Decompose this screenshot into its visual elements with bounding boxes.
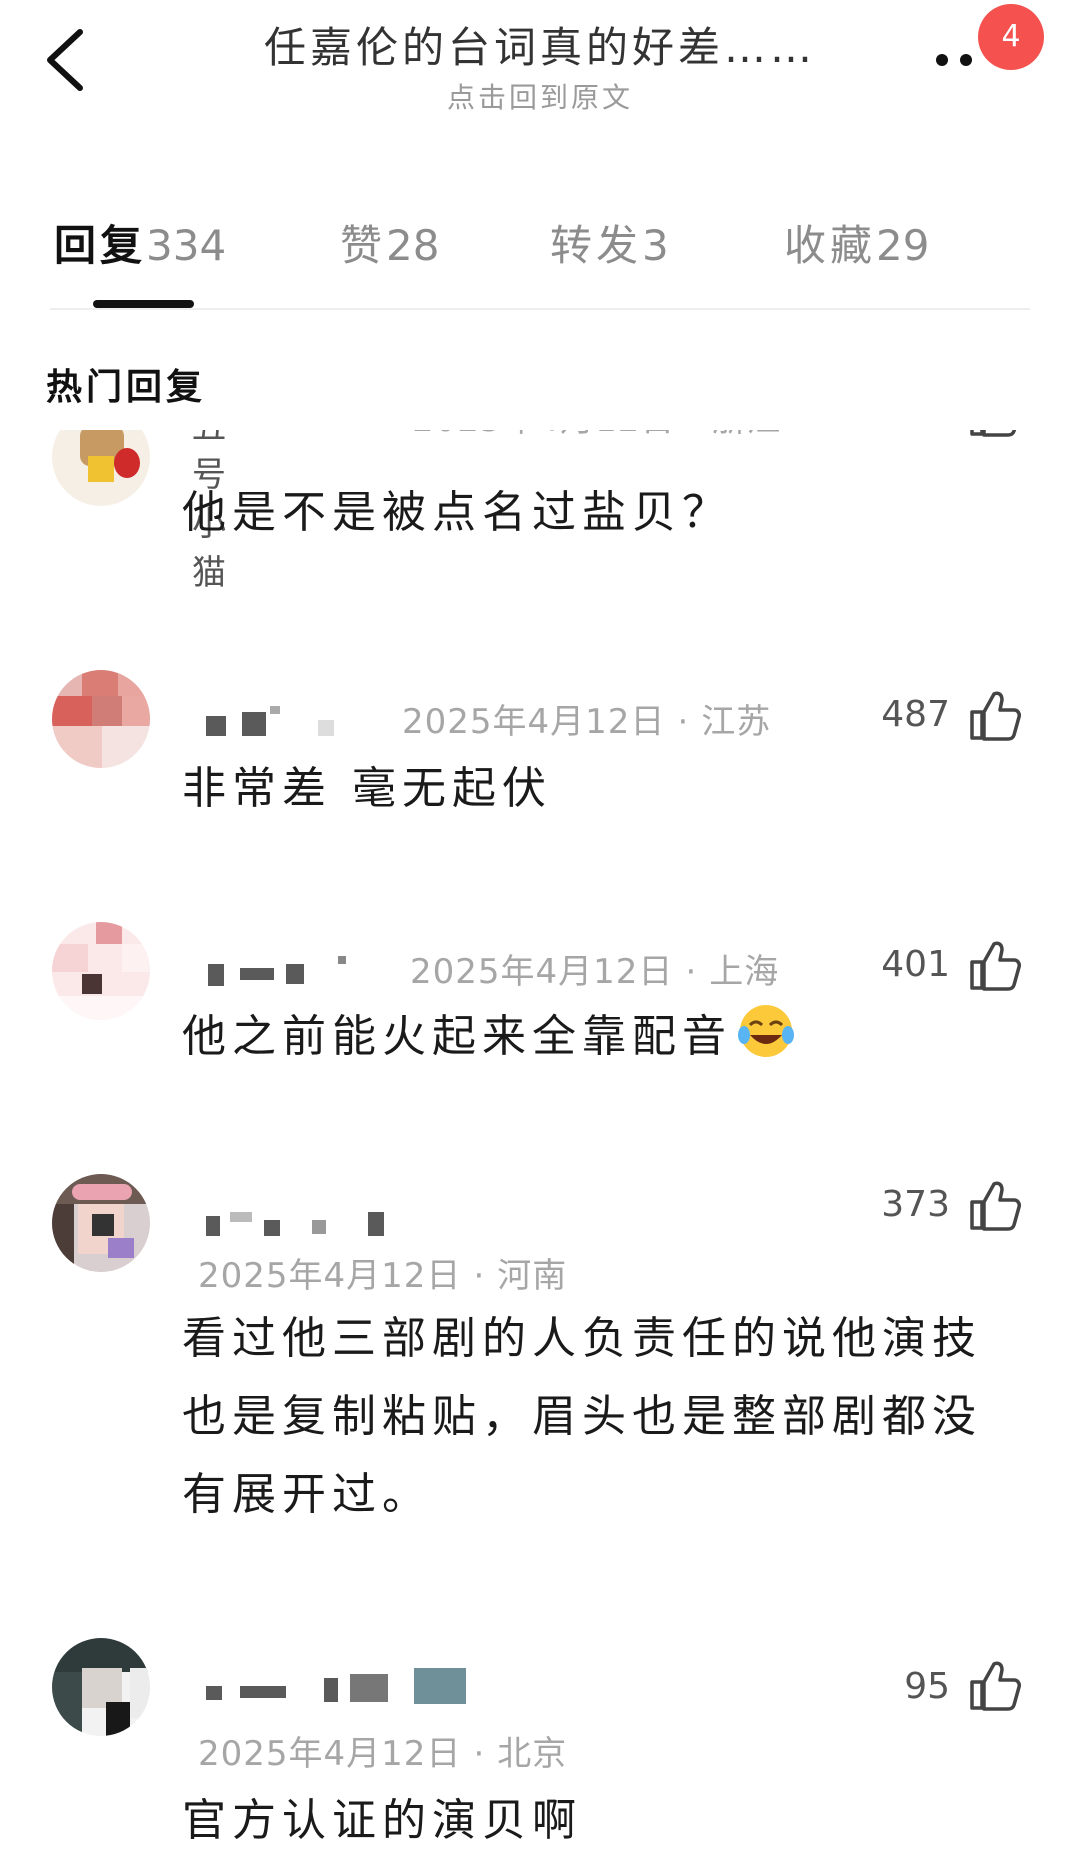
thumbs-up-icon[interactable] — [966, 1178, 1022, 1234]
username[interactable] — [200, 702, 350, 742]
comment-meta: 2025年4月12日 · 河南 — [198, 1256, 568, 1296]
like-count: 401 — [881, 944, 950, 985]
like-count: 487 — [881, 694, 950, 735]
active-tab-indicator — [93, 300, 194, 308]
top-bar: 任嘉伦的台词真的好差…… 点击回到原文 4 — [0, 0, 1080, 130]
avatar[interactable] — [52, 430, 150, 506]
username[interactable] — [200, 952, 360, 992]
divider — [50, 308, 1030, 310]
like-count: 780 — [881, 430, 950, 433]
tab-bar: 回复334 赞28 转发3 收藏29 — [0, 200, 1080, 310]
username[interactable] — [200, 1202, 400, 1242]
comment-text: 他是不是被点名过盐贝？ — [182, 487, 732, 538]
avatar[interactable] — [52, 670, 150, 768]
thumbs-up-icon[interactable] — [966, 430, 1022, 440]
tab-replies[interactable]: 回复334 — [54, 212, 226, 273]
avatar[interactable] — [52, 1638, 150, 1736]
comment-text: 看过他三部剧的人负责任的说他演技也是复制粘贴，眉头也是整部剧都没有展开过。 — [182, 1313, 982, 1520]
like-count: 95 — [904, 1666, 950, 1707]
thumbs-up-icon[interactable] — [966, 688, 1022, 744]
back-to-original-link[interactable]: 点击回到原文 — [200, 76, 880, 116]
comment-meta: 2025年4月12日 · 江苏 — [402, 702, 772, 742]
comment-meta: 2025年4月12日·浙江 — [412, 430, 781, 441]
username[interactable] — [200, 1668, 470, 1708]
comment-text: 他之前能火起来全靠配音 — [182, 998, 1002, 1076]
back-button[interactable] — [40, 20, 100, 100]
comment-text: 非常差 毫无起伏 — [182, 763, 552, 814]
avatar[interactable] — [52, 922, 150, 1020]
tab-likes[interactable]: 赞28 — [340, 212, 439, 273]
thumbs-up-icon[interactable] — [966, 938, 1022, 994]
comment-meta: 2025年4月12日 · 上海 — [410, 952, 780, 992]
more-dot-icon — [936, 54, 948, 66]
comment-text: 官方认证的演贝啊 — [182, 1795, 582, 1846]
tears-of-joy-emoji-icon — [738, 1005, 794, 1057]
notification-badge[interactable]: 4 — [978, 4, 1044, 70]
avatar[interactable] — [52, 1174, 150, 1272]
tab-favorites[interactable]: 收藏29 — [784, 212, 929, 273]
more-dot-icon — [960, 54, 972, 66]
post-title: 任嘉伦的台词真的好差…… — [263, 23, 816, 72]
comment-meta: 2025年4月12日 · 北京 — [198, 1734, 568, 1774]
chevron-left-icon — [47, 29, 83, 91]
comment-list[interactable]: 丑号小猫 2025年4月12日·浙江 780 他是不是被点名过盐贝？ — [0, 430, 1080, 1862]
section-title-hot-replies: 热门回复 — [46, 367, 207, 408]
like-count: 373 — [881, 1184, 950, 1225]
tab-reposts[interactable]: 转发3 — [550, 212, 669, 273]
thumbs-up-icon[interactable] — [966, 1658, 1022, 1714]
